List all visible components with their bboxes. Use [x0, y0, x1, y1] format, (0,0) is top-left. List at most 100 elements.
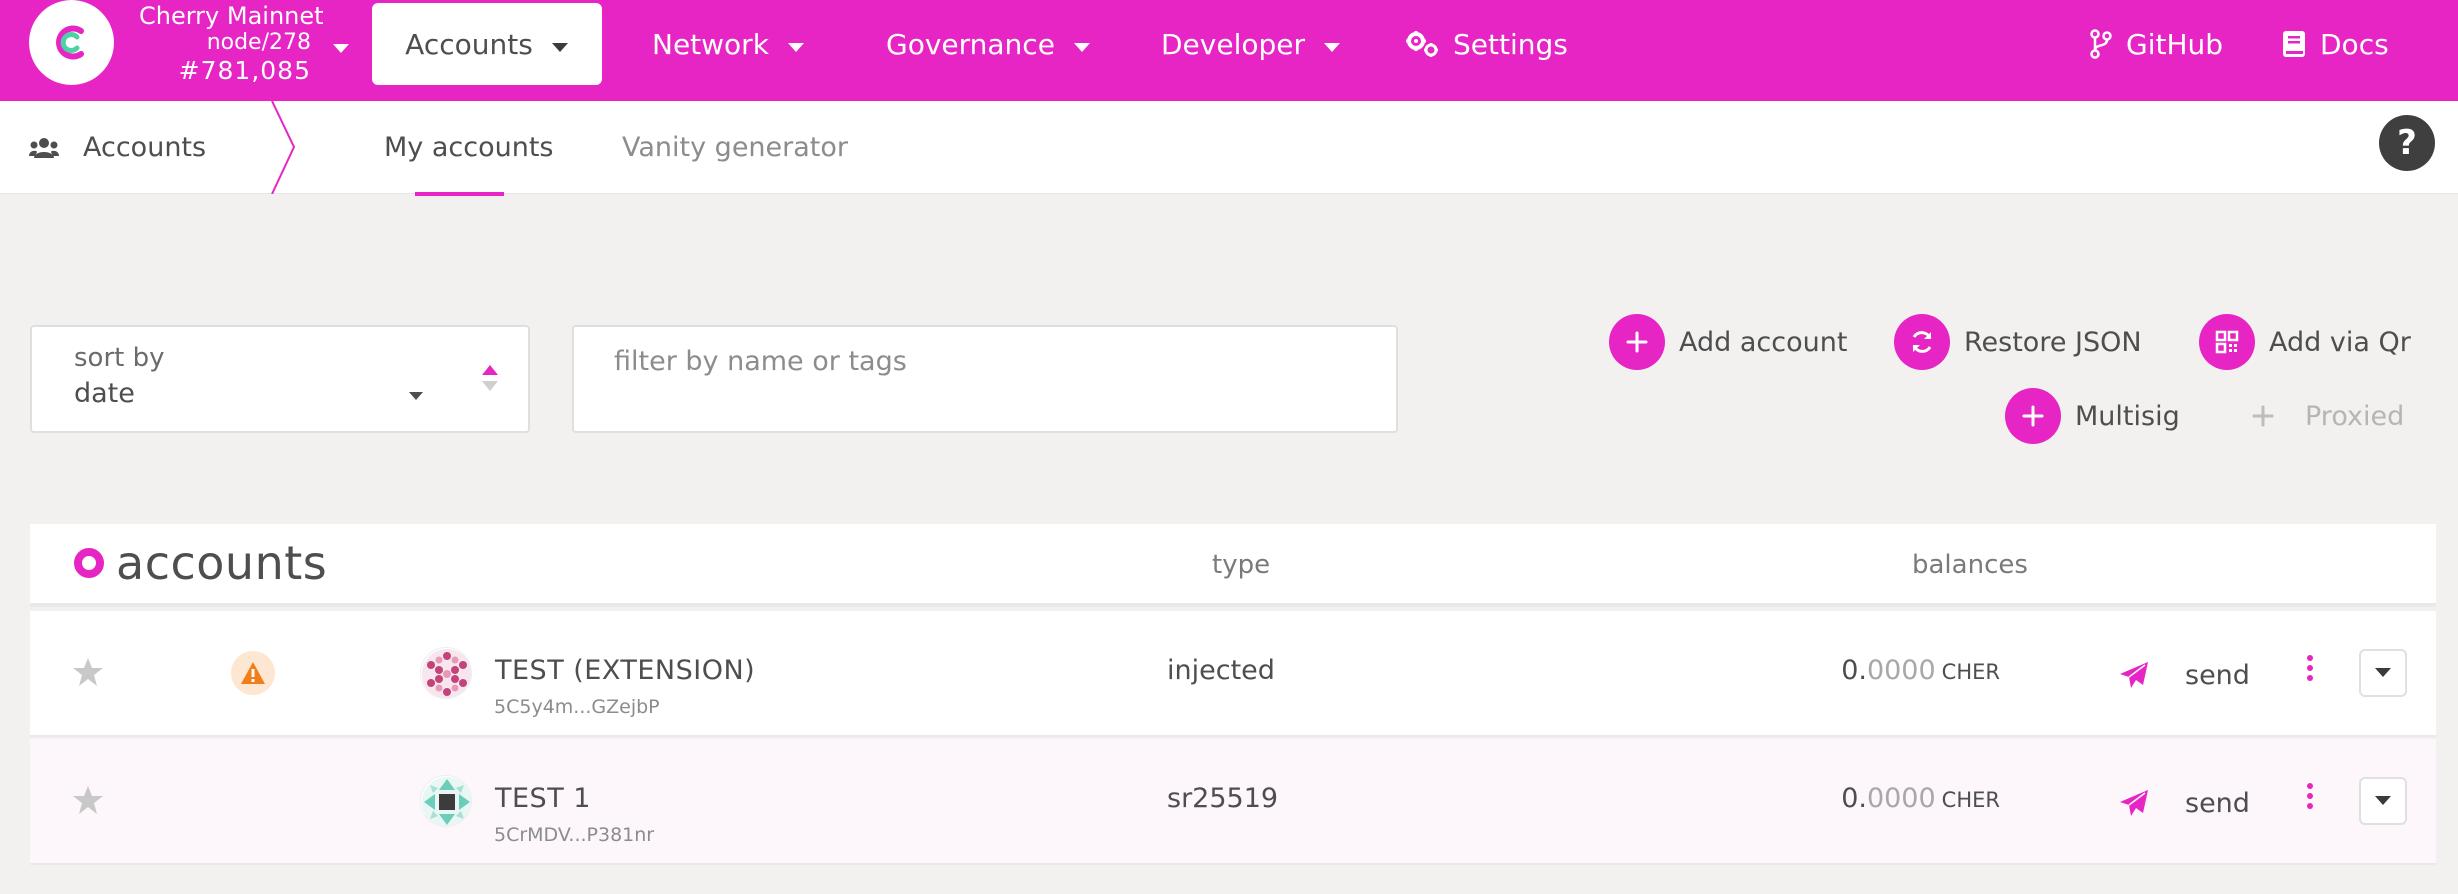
balance-integer: 0.: [1841, 783, 1867, 814]
multisig-button[interactable]: Multisig: [2005, 388, 2180, 444]
nav-settings-label: Settings: [1453, 27, 1568, 61]
chain-name: Cherry Mainnet: [139, 2, 324, 30]
account-balance: 0.0000 CHER: [1841, 655, 2000, 686]
table-title-label: accounts: [116, 536, 328, 590]
star-icon[interactable]: [72, 785, 104, 819]
paper-plane-icon: [2119, 661, 2149, 689]
users-icon: [29, 136, 59, 160]
nav-accounts[interactable]: Accounts: [372, 3, 602, 85]
cherry-logo-icon[interactable]: [29, 0, 114, 85]
account-address[interactable]: 5CrMDV...P381nr: [494, 824, 654, 846]
account-identicon[interactable]: [420, 647, 472, 699]
balance-unit: CHER: [1941, 660, 2000, 684]
balance-decimals: 0000: [1866, 655, 1936, 686]
block-number: #781,085: [178, 56, 311, 85]
section-accounts[interactable]: Accounts: [29, 101, 206, 194]
account-name: TEST 1: [495, 783, 591, 814]
account-type: injected: [1167, 655, 1275, 686]
nav-github-link[interactable]: GitHub: [2090, 0, 2223, 88]
expand-row-button[interactable]: [2359, 777, 2407, 825]
nav-developer-label: Developer: [1161, 27, 1306, 61]
nav-network[interactable]: Network: [652, 0, 805, 88]
nav-network-label: Network: [652, 27, 769, 61]
chevron-down-icon: [2375, 668, 2391, 677]
chevron-down-icon: [1073, 28, 1091, 61]
balance-integer: 0.: [1841, 655, 1867, 686]
more-options-icon[interactable]: [2306, 783, 2314, 813]
star-icon[interactable]: [72, 657, 104, 691]
warning-icon: [231, 651, 275, 695]
account-name: TEST (EXTENSION): [495, 655, 756, 686]
more-options-icon[interactable]: [2306, 655, 2314, 685]
tab-my-accounts-label: My accounts: [384, 132, 554, 163]
table-title: accounts: [74, 536, 327, 590]
plus-icon: [2005, 388, 2061, 444]
chevron-down-icon: [332, 40, 350, 59]
accounts-table-header: accounts type balances: [30, 524, 2436, 607]
restore-json-button[interactable]: Restore JSON: [1894, 314, 2142, 370]
sort-dropdown[interactable]: sort by date: [30, 325, 530, 433]
nav-docs-link[interactable]: Docs: [2282, 0, 2389, 88]
nav-docs-label: Docs: [2320, 27, 2389, 61]
nav-governance-label: Governance: [886, 27, 1055, 61]
filter-input[interactable]: [614, 339, 1354, 383]
nav-github-label: GitHub: [2126, 27, 2224, 61]
sort-value: date: [74, 378, 135, 409]
filter-input-box[interactable]: [572, 325, 1398, 433]
account-row: TEST (EXTENSION) 5C5y4m...GZejbP injecte…: [30, 611, 2436, 737]
account-row: TEST 1 5CrMDV...P381nr sr25519 0.0000 CHE…: [30, 739, 2436, 865]
chain-selector[interactable]: Cherry Mainnet node/278 #781,085: [120, 0, 350, 96]
nav-accounts-label: Accounts: [405, 27, 533, 61]
gears-icon: [1405, 30, 1439, 58]
add-via-qr-label: Add via Qr: [2269, 326, 2411, 358]
send-label: send: [2185, 787, 2250, 819]
tab-my-accounts[interactable]: My accounts: [384, 101, 554, 194]
send-button[interactable]: send: [2119, 647, 2250, 703]
plus-icon: [1609, 314, 1665, 370]
column-balances: balances: [1912, 550, 2028, 580]
section-label: Accounts: [83, 132, 207, 163]
account-identicon[interactable]: [420, 775, 472, 827]
chevron-down-icon: [551, 28, 569, 61]
book-icon: [2282, 30, 2306, 58]
send-button[interactable]: send: [2119, 775, 2250, 831]
balance-decimals: 0000: [1866, 783, 1936, 814]
nav-settings[interactable]: Settings: [1405, 0, 1568, 88]
proxied-label: Proxied: [2305, 400, 2405, 432]
nav-governance[interactable]: Governance: [886, 0, 1091, 88]
chevron-down-icon: [1323, 28, 1341, 61]
account-address[interactable]: 5C5y4m...GZejbP: [494, 696, 660, 718]
column-type: type: [1212, 550, 1271, 580]
chevron-down-icon: [787, 28, 805, 61]
account-type: sr25519: [1167, 783, 1279, 814]
expand-row-button[interactable]: [2359, 649, 2407, 697]
sort-label: sort by: [74, 343, 165, 373]
chain-node: node/278: [206, 30, 311, 55]
restore-json-label: Restore JSON: [1964, 326, 2142, 358]
help-button[interactable]: ?: [2379, 115, 2435, 171]
send-label: send: [2185, 659, 2250, 691]
qrcode-icon: [2199, 314, 2255, 370]
multisig-label: Multisig: [2075, 400, 2180, 432]
plus-icon: [2235, 388, 2291, 444]
sync-icon: [1894, 314, 1950, 370]
tab-vanity-generator-label: Vanity generator: [622, 132, 849, 163]
breadcrumb-chevron: [268, 100, 298, 198]
tab-vanity-generator[interactable]: Vanity generator: [622, 101, 848, 194]
balance-unit: CHER: [1941, 788, 2000, 812]
top-navbar: Cherry Mainnet node/278 #781,085 Account…: [0, 0, 2458, 101]
add-account-button[interactable]: Add account: [1609, 314, 1847, 370]
paper-plane-icon: [2119, 789, 2149, 817]
chevron-down-icon: [408, 386, 424, 405]
add-via-qr-button[interactable]: Add via Qr: [2199, 314, 2411, 370]
nav-developer[interactable]: Developer: [1161, 0, 1341, 88]
sub-navbar: Accounts My accounts Vanity generator: [0, 100, 2458, 195]
sort-direction-icon[interactable]: [480, 363, 500, 399]
proxied-button[interactable]: Proxied: [2235, 388, 2404, 444]
indicator-dot-icon: [74, 548, 104, 578]
chevron-down-icon: [2375, 796, 2391, 805]
account-balance: 0.0000 CHER: [1841, 783, 2000, 814]
active-tab-indicator: [415, 192, 504, 196]
code-branch-icon: [2090, 29, 2112, 59]
add-account-label: Add account: [1679, 326, 1848, 358]
